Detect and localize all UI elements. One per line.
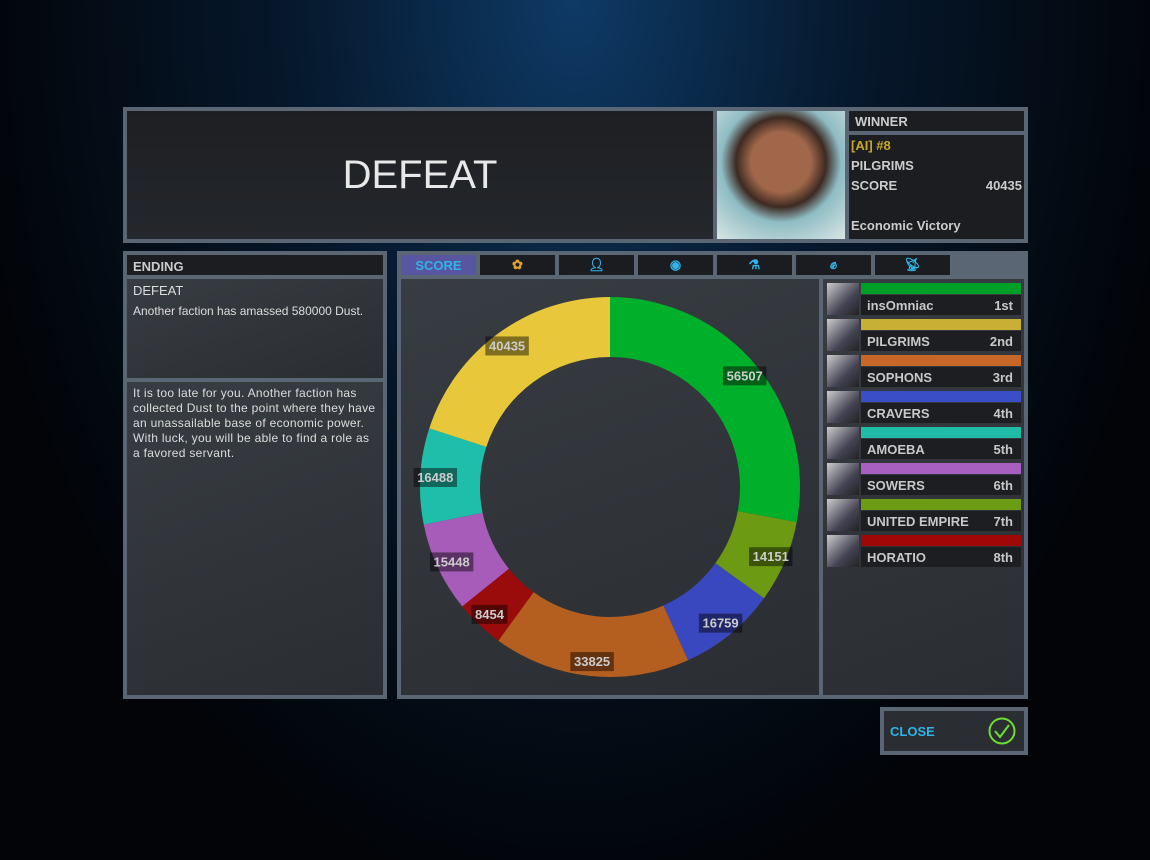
faction-name: insOmniac — [867, 298, 934, 313]
faction-name: SOWERS — [867, 478, 925, 493]
svg-text:33825: 33825 — [574, 654, 610, 669]
slice-label: 16488 — [413, 468, 458, 488]
svg-text:16488: 16488 — [417, 470, 453, 485]
empire-icons: ✿ — [512, 257, 523, 272]
faction-avatar — [827, 391, 859, 423]
close-button[interactable]: CLOSE — [880, 707, 1028, 755]
faction-name: PILGRIMS — [867, 334, 930, 349]
ending-summary-text: Another faction has amassed 580000 Dust. — [133, 304, 364, 318]
result-title: DEFEAT — [127, 111, 713, 239]
tab-score[interactable]: SCORE — [401, 255, 476, 275]
tab-science[interactable]: ⚗ — [717, 255, 792, 275]
faction-name: AMOEBA — [867, 442, 925, 457]
science-icon: ⚗ — [748, 257, 761, 272]
winner-info: [AI] #8 PILGRIMS SCORE 40435 Economic Vic… — [849, 135, 1024, 239]
ending-description: It is too late for you. Another faction … — [127, 382, 383, 695]
checkmark-icon — [988, 717, 1016, 745]
ranking-row: CRAVERS 4th — [827, 391, 1021, 423]
ending-title: DEFEAT — [133, 283, 184, 298]
score-label: SCORE — [851, 178, 898, 193]
winner-score: 40435 — [985, 178, 1022, 193]
industry-fist-icon: ✊︎ — [829, 257, 838, 272]
score-panel: SCORE ✿ 👤︎ ◉ ⚗ ✊︎ 📡︎ 56507 14151 16759 3382… — [397, 251, 1028, 699]
faction-place: 6th — [993, 478, 1014, 493]
tab-population[interactable]: 👤︎ — [559, 255, 634, 275]
faction-color-bar — [861, 391, 1021, 402]
faction-color-bar — [861, 427, 1021, 438]
satellite-dish-icon: 📡︎ — [904, 257, 921, 272]
faction-avatar — [827, 535, 859, 567]
faction-avatar — [827, 355, 859, 387]
chart-area: 56507 14151 16759 33825 8454 15448 16488 40435 — [401, 279, 819, 695]
faction-name: SOPHONS — [867, 370, 933, 385]
ranking-row: HORATIO 8th — [827, 535, 1021, 567]
faction-place: 4th — [993, 406, 1014, 421]
faction-avatar — [827, 499, 859, 531]
planet-icon: ◉ — [669, 257, 682, 272]
ranking-row: SOPHONS 3rd — [827, 355, 1021, 387]
donut-slice — [610, 297, 800, 523]
faction-color-bar — [861, 319, 1021, 330]
svg-text:14151: 14151 — [753, 549, 789, 564]
ending-heading: ENDING — [127, 255, 383, 275]
tab-planets[interactable]: ◉ — [638, 255, 713, 275]
ending-panel: ENDING DEFEAT Another faction has amasse… — [123, 251, 387, 699]
faction-avatar — [827, 427, 859, 459]
slice-label: 33825 — [570, 652, 614, 672]
faction-name: CRAVERS — [867, 406, 930, 421]
svg-text:40435: 40435 — [489, 338, 525, 353]
victory-type: Economic Victory — [851, 218, 961, 233]
slice-label: 16759 — [698, 613, 743, 633]
ranking-row: insOmniac 1st — [827, 283, 1021, 315]
faction-color-bar — [861, 355, 1021, 366]
winner-faction: PILGRIMS — [851, 158, 914, 173]
faction-place: 1st — [994, 298, 1013, 313]
svg-text:56507: 56507 — [727, 368, 763, 383]
slice-label: 15448 — [429, 552, 474, 572]
rankings-list: insOmniac 1st PILGRIMS 2nd SOPHONS 3rd CRAV… — [823, 279, 1024, 695]
faction-place: 5th — [993, 442, 1014, 457]
slice-label: 8454 — [471, 604, 508, 624]
slice-label: 40435 — [485, 336, 529, 356]
svg-text:15448: 15448 — [434, 554, 470, 569]
winner-player: [AI] #8 — [851, 138, 891, 153]
population-icon: 👤︎ — [588, 257, 605, 272]
slice-label: 56507 — [722, 366, 767, 386]
close-label: CLOSE — [890, 724, 935, 739]
svg-text:16759: 16759 — [702, 616, 738, 631]
ranking-row: AMOEBA 5th — [827, 427, 1021, 459]
faction-place: 3rd — [992, 370, 1013, 385]
result-header: DEFEAT WINNER [AI] #8 PILGRIMS SCORE 4043… — [123, 107, 1028, 243]
ranking-row: UNITED EMPIRE 7th — [827, 499, 1021, 531]
score-donut-chart: 56507 14151 16759 33825 8454 15448 16488 40435 — [413, 297, 800, 677]
faction-name: UNITED EMPIRE — [867, 514, 969, 529]
faction-avatar — [827, 319, 859, 351]
tab-empire[interactable]: ✿ — [480, 255, 555, 275]
faction-place: 8th — [993, 550, 1014, 565]
ranking-row: SOWERS 6th — [827, 463, 1021, 495]
donut-slice — [429, 297, 610, 447]
svg-text:8454: 8454 — [475, 607, 505, 622]
faction-color-bar — [861, 535, 1021, 546]
faction-avatar — [827, 283, 859, 315]
winner-portrait — [717, 111, 845, 239]
faction-avatar — [827, 463, 859, 495]
ranking-row: PILGRIMS 2nd — [827, 319, 1021, 351]
faction-color-bar — [861, 499, 1021, 510]
faction-name: HORATIO — [867, 550, 926, 565]
ending-summary: DEFEAT Another faction has amassed 58000… — [127, 279, 383, 378]
faction-place: 7th — [993, 514, 1014, 529]
faction-color-bar — [861, 463, 1021, 474]
faction-place: 2nd — [989, 334, 1013, 349]
faction-color-bar — [861, 283, 1021, 294]
tab-industry[interactable]: ✊︎ — [796, 255, 871, 275]
slice-label: 14151 — [749, 547, 793, 567]
tab-diplomacy[interactable]: 📡︎ — [875, 255, 950, 275]
winner-heading: WINNER — [849, 111, 1024, 131]
